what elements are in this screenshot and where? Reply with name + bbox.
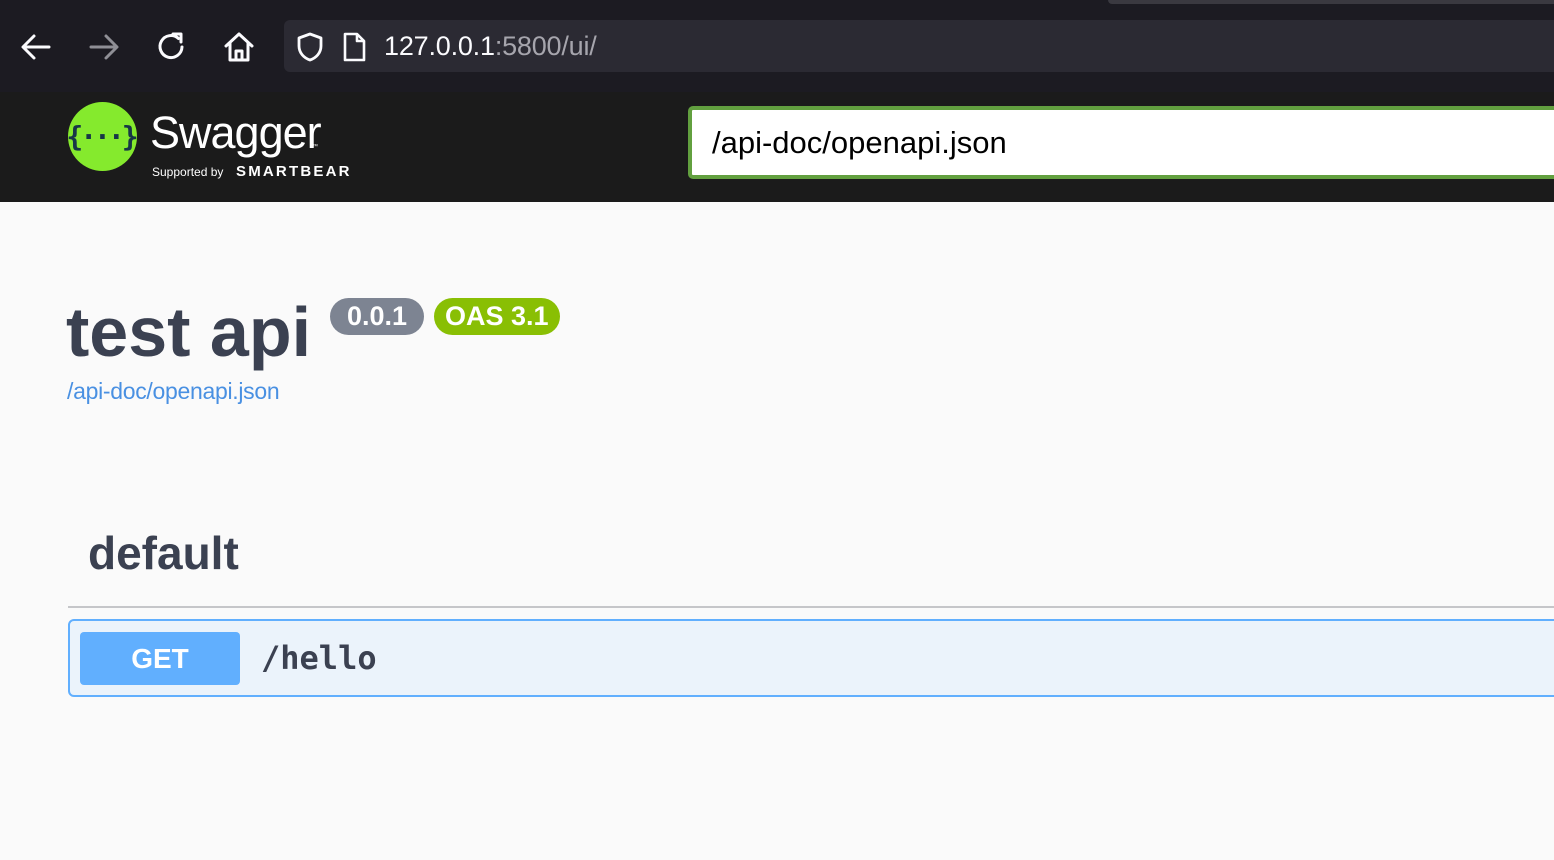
method-badge: GET <box>80 632 240 685</box>
browser-toolbar: 127.0.0.1:5800/ui/ <box>0 0 1554 92</box>
forward-arrow-icon <box>89 34 119 60</box>
operation-block-get-hello[interactable]: GET /hello <box>68 619 1554 697</box>
tab-strip-edge <box>1108 0 1554 4</box>
home-icon <box>224 32 254 62</box>
url-bar[interactable]: 127.0.0.1:5800/ui/ <box>284 20 1554 72</box>
back-button[interactable] <box>17 28 55 66</box>
url-text[interactable]: 127.0.0.1:5800/ui/ <box>384 31 597 61</box>
operation-path: /hello <box>261 639 377 677</box>
forward-button[interactable] <box>85 28 123 66</box>
version-badge: 0.0.1 <box>330 298 424 335</box>
brand-trademark: ™ <box>312 144 318 150</box>
reload-icon <box>158 32 184 60</box>
swagger-logo-icon[interactable]: {···} <box>66 102 139 171</box>
home-button[interactable] <box>220 28 258 66</box>
spec-url-input[interactable] <box>688 106 1554 179</box>
reload-button[interactable] <box>153 28 191 66</box>
url-path: :5800/ui/ <box>494 31 597 61</box>
supported-by-label: Supported by <box>152 165 224 179</box>
url-host: 127.0.0.1 <box>384 31 495 61</box>
back-arrow-icon <box>21 34 51 60</box>
api-title: test api <box>66 293 312 371</box>
tag-section-header[interactable]: default <box>88 526 239 580</box>
page-icon[interactable] <box>342 32 366 62</box>
brand-name[interactable]: Swagger <box>150 108 322 158</box>
smartbear-label: SMARTBEAR <box>236 163 352 180</box>
logo-glyph: {···} <box>66 120 138 153</box>
tag-divider <box>68 606 1554 608</box>
oas-version-badge: OAS 3.1 <box>434 298 560 335</box>
swagger-topbar: {···} Swagger ™ Supported by SMARTBEAR <box>0 92 1554 202</box>
shield-icon[interactable] <box>296 32 324 62</box>
spec-link[interactable]: /api-doc/openapi.json <box>67 377 280 405</box>
